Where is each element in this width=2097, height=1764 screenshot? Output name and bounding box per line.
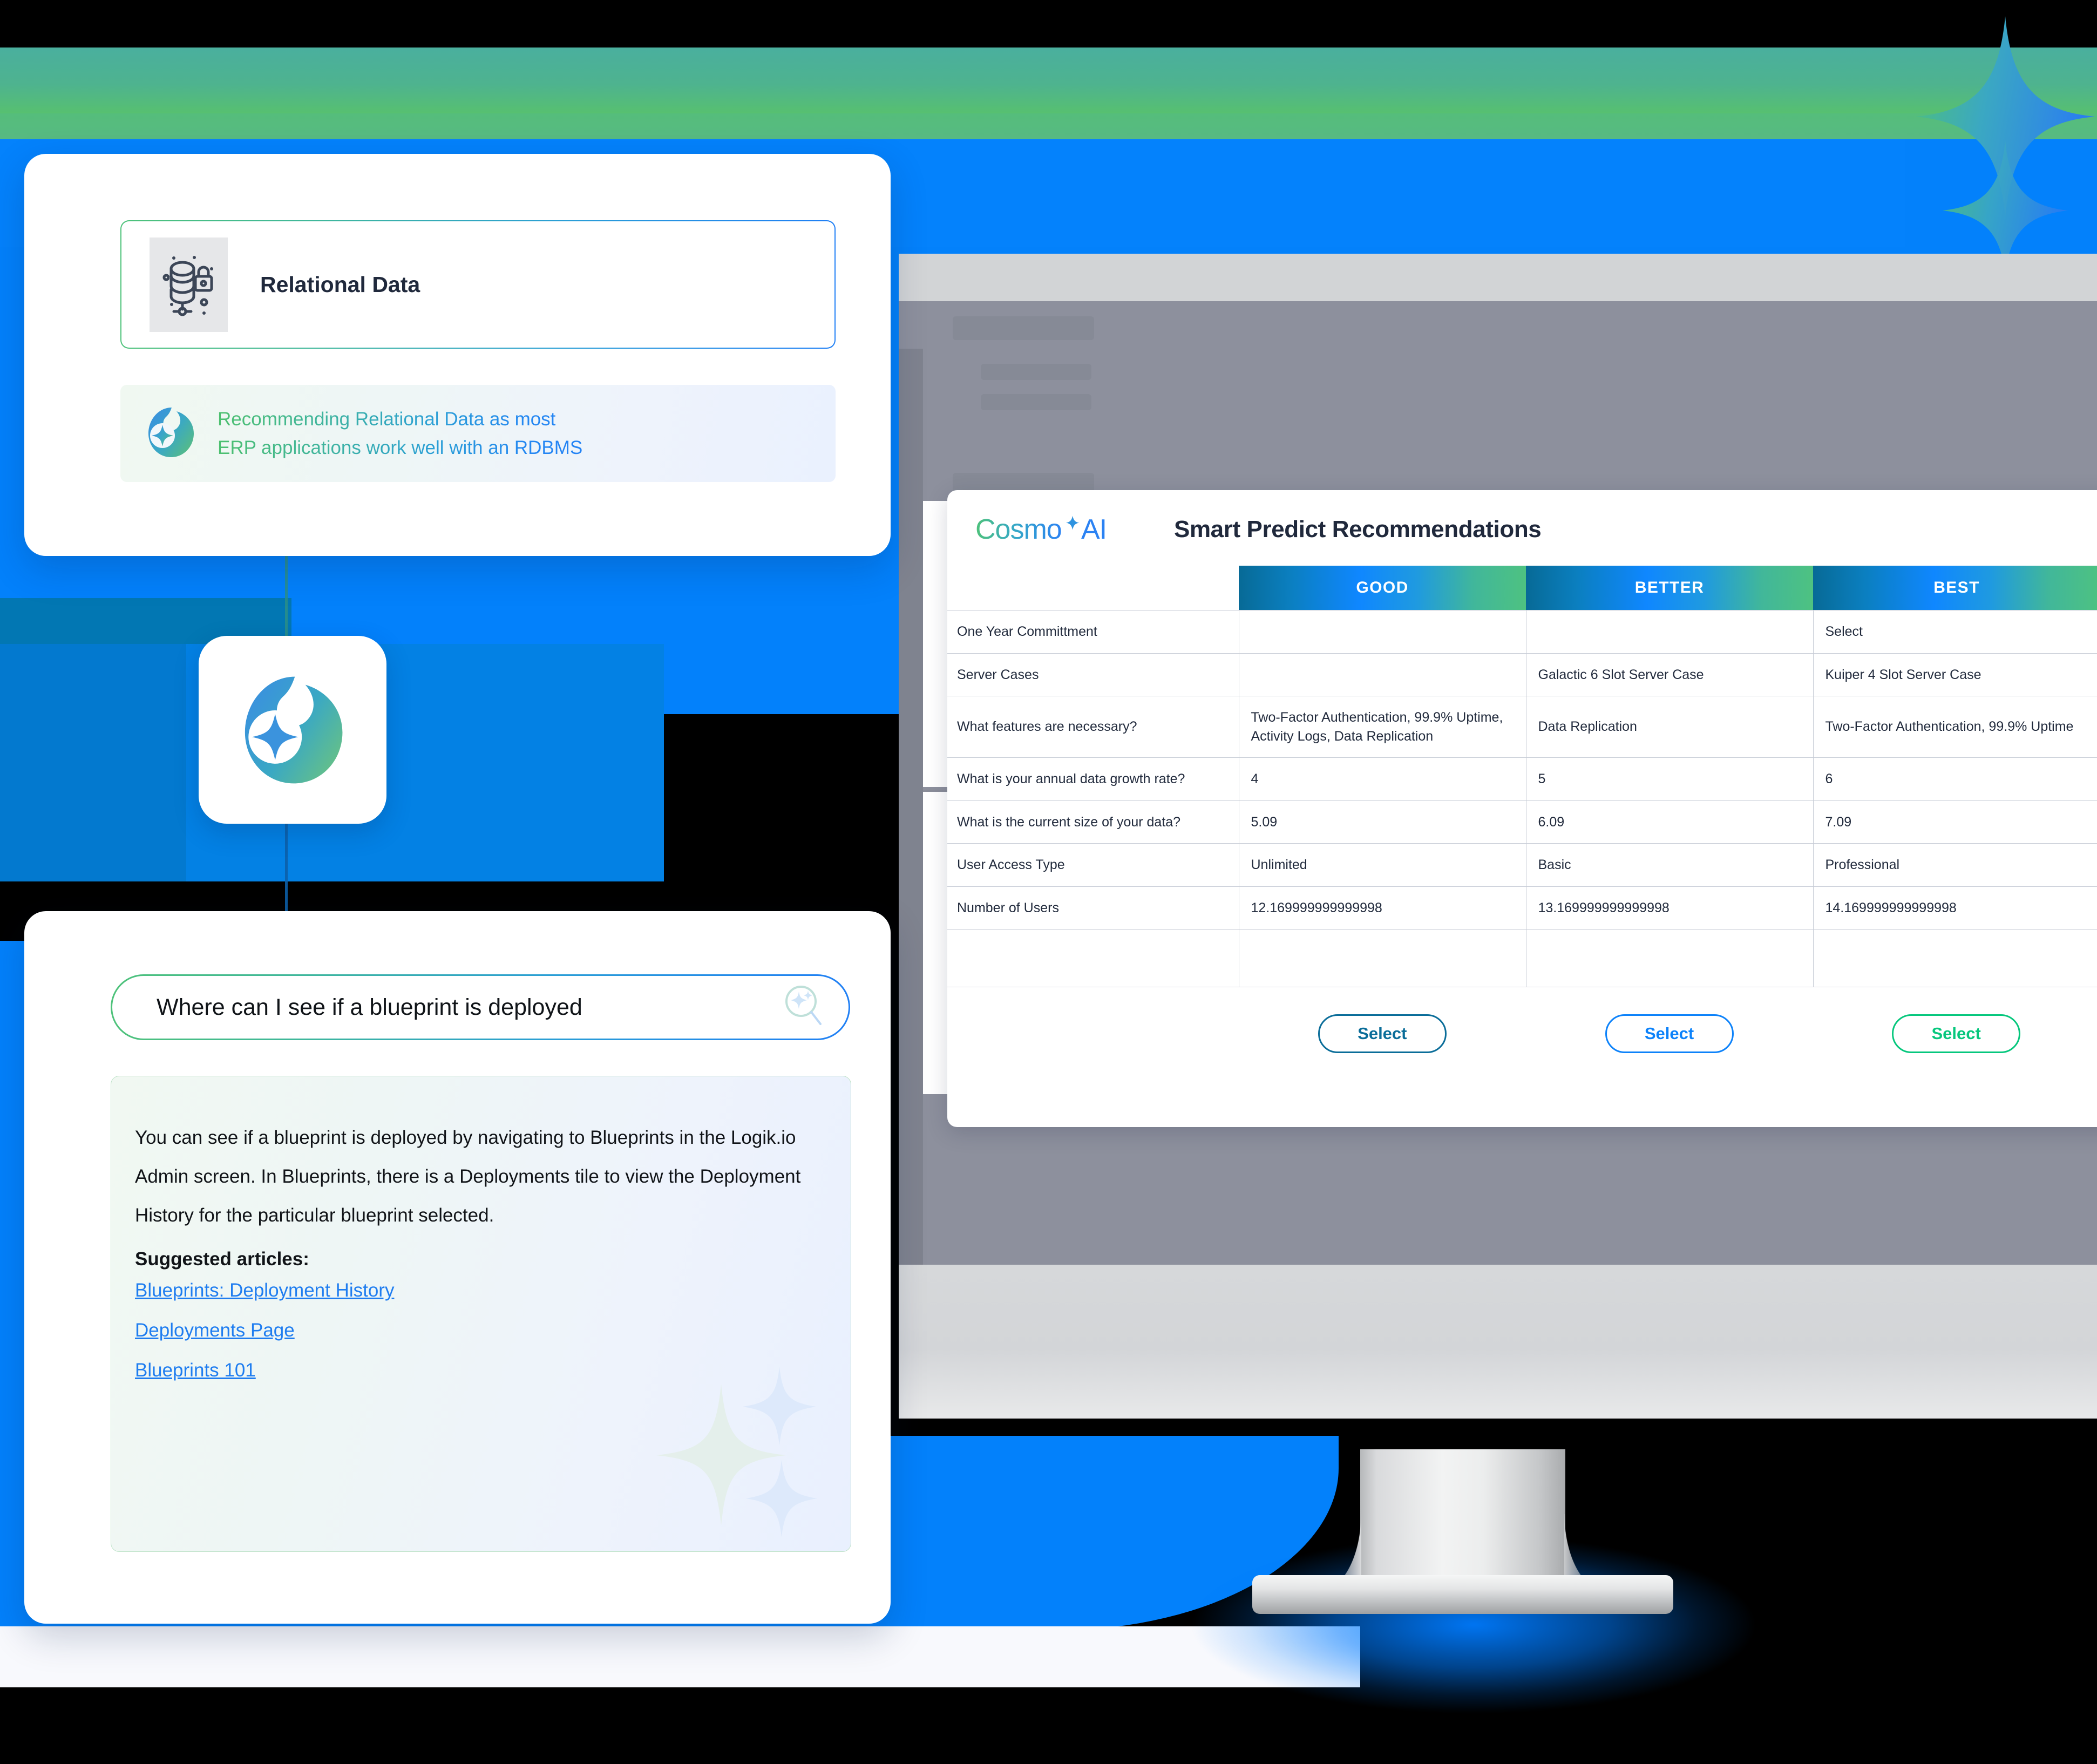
table-row: What is the current size of your data? 5… bbox=[947, 800, 2097, 844]
skeleton-bar bbox=[981, 394, 1091, 410]
table-row bbox=[947, 929, 2097, 987]
table-row: One Year Committment Select bbox=[947, 610, 2097, 654]
select-button-good[interactable]: Select bbox=[1318, 1014, 1447, 1053]
smart-predict-panel: Cosmo AI Smart Predict Recommendations G… bbox=[947, 490, 2097, 1127]
svg-text:AI: AI bbox=[1081, 514, 1107, 545]
search-input[interactable]: Where can I see if a blueprint is deploy… bbox=[157, 994, 582, 1021]
skeleton-bar bbox=[981, 364, 1091, 380]
connector-line-top bbox=[285, 551, 288, 637]
row-cell-good bbox=[1239, 929, 1526, 987]
background-blue-mid-dark bbox=[0, 644, 186, 881]
answer-panel: You can see if a blueprint is deployed b… bbox=[111, 1076, 851, 1552]
select-cell-best: Select bbox=[1813, 1014, 2097, 1053]
cosmo-ai-logo: Cosmo AI bbox=[975, 513, 1153, 546]
suggested-link[interactable]: Blueprints: Deployment History bbox=[135, 1280, 394, 1301]
recommendation-banner: Recommending Relational Data as most ERP… bbox=[120, 385, 836, 482]
background-top-bar bbox=[0, 0, 2097, 48]
column-header-best: BEST bbox=[1813, 566, 2097, 610]
table-body: One Year Committment Select Server Cases… bbox=[947, 610, 2097, 987]
column-header-better: BETTER bbox=[1526, 566, 1813, 610]
header-blank bbox=[947, 566, 1239, 610]
assistant-card: Where can I see if a blueprint is deploy… bbox=[24, 911, 891, 1624]
table-row: Number of Users 12.169999999999998 13.16… bbox=[947, 886, 2097, 930]
row-cell-better bbox=[1526, 610, 1814, 654]
screenshot-stage: Cosmo AI Smart Predict Recommendations G… bbox=[0, 0, 2097, 1764]
select-button-better[interactable]: Select bbox=[1605, 1014, 1734, 1053]
select-button-best[interactable]: Select bbox=[1892, 1014, 2021, 1053]
skeleton-bar bbox=[953, 316, 1094, 340]
sparkle-decoration-icon bbox=[1913, 5, 2097, 275]
row-label: What is your annual data growth rate? bbox=[947, 757, 1239, 801]
table-header-row: GOOD BETTER BEST bbox=[947, 566, 2097, 610]
suggested-link[interactable]: Blueprints 101 bbox=[135, 1360, 256, 1381]
search-field-wrapper[interactable]: Where can I see if a blueprint is deploy… bbox=[111, 974, 850, 1040]
sparkle-search-icon[interactable] bbox=[783, 984, 824, 1031]
row-cell-better: 13.169999999999998 bbox=[1526, 886, 1814, 930]
cosmo-app-tile[interactable] bbox=[199, 636, 386, 824]
select-cell-better: Select bbox=[1526, 1014, 1813, 1053]
row-cell-best: Two-Factor Authentication, 99.9% Uptime bbox=[1813, 696, 2097, 758]
table-row: What is your annual data growth rate? 4 … bbox=[947, 757, 2097, 801]
row-cell-good: 5.09 bbox=[1239, 800, 1526, 844]
row-cell-best bbox=[1813, 929, 2097, 987]
row-cell-better: 6.09 bbox=[1526, 800, 1814, 844]
table-row: What features are necessary? Two-Factor … bbox=[947, 696, 2097, 758]
row-cell-best: Select bbox=[1813, 610, 2097, 654]
suggested-articles-title: Suggested articles: bbox=[135, 1249, 309, 1270]
row-cell-good bbox=[1239, 610, 1526, 654]
column-header-good: GOOD bbox=[1239, 566, 1526, 610]
database-lock-icon bbox=[150, 237, 228, 332]
monitor-stand-neck bbox=[1360, 1449, 1565, 1592]
row-cell-good: 12.169999999999998 bbox=[1239, 886, 1526, 930]
row-cell-best: 7.09 bbox=[1813, 800, 2097, 844]
table-row: Server Cases Galactic 6 Slot Server Case… bbox=[947, 653, 2097, 696]
relational-data-card: Relational Data Recommending Relational … bbox=[24, 154, 891, 556]
suggested-link[interactable]: Deployments Page bbox=[135, 1320, 295, 1341]
svg-text:Cosmo: Cosmo bbox=[975, 514, 1062, 545]
select-cell-good: Select bbox=[1239, 1014, 1526, 1053]
row-cell-good bbox=[1239, 653, 1526, 696]
recommendation-line-2: ERP applications work well with an RDBMS bbox=[218, 437, 583, 458]
cosmo-logo-icon bbox=[245, 676, 343, 783]
row-cell-better: Data Replication bbox=[1526, 696, 1814, 758]
panel-title: Smart Predict Recommendations bbox=[1174, 516, 1542, 542]
row-cell-best: Kuiper 4 Slot Server Case bbox=[1813, 653, 2097, 696]
connector-line-bottom bbox=[285, 824, 288, 921]
monitor-chin bbox=[899, 1265, 2097, 1419]
answer-text: You can see if a blueprint is deployed b… bbox=[135, 1127, 801, 1226]
recommendation-text: Recommending Relational Data as most ERP… bbox=[218, 405, 582, 462]
row-cell-best: Professional bbox=[1813, 843, 2097, 887]
row-label bbox=[947, 929, 1239, 987]
row-label: One Year Committment bbox=[947, 610, 1239, 654]
cosmo-logo-icon bbox=[146, 405, 195, 462]
background-green-band-2 bbox=[0, 113, 2097, 139]
sparkle-decoration-icon bbox=[656, 1362, 834, 1541]
row-label: What is the current size of your data? bbox=[947, 800, 1239, 844]
row-cell-better bbox=[1526, 929, 1814, 987]
monitor-bezel-top bbox=[899, 254, 2097, 301]
row-cell-good: 4 bbox=[1239, 757, 1526, 801]
row-label: What features are necessary? bbox=[947, 696, 1239, 758]
row-cell-better: 5 bbox=[1526, 757, 1814, 801]
row-cell-good: Unlimited bbox=[1239, 843, 1526, 887]
row-cell-best: 6 bbox=[1813, 757, 2097, 801]
relational-data-label: Relational Data bbox=[260, 272, 420, 297]
recommendation-line-1: Recommending Relational Data as most bbox=[218, 408, 556, 430]
select-button-row: Select Select Select bbox=[947, 1014, 2097, 1053]
table-row: User Access Type Unlimited Basic Profess… bbox=[947, 843, 2097, 887]
row-cell-best: 14.169999999999998 bbox=[1813, 886, 2097, 930]
row-cell-better: Galactic 6 Slot Server Case bbox=[1526, 653, 1814, 696]
row-cell-better: Basic bbox=[1526, 843, 1814, 887]
row-cell-good: Two-Factor Authentication, 99.9% Uptime,… bbox=[1239, 696, 1526, 758]
comparison-table: GOOD BETTER BEST One Year Committment Se… bbox=[947, 566, 2097, 987]
suggested-articles-list: Blueprints: Deployment History Deploymen… bbox=[111, 1270, 851, 1381]
monitor-stand-base bbox=[1252, 1575, 1673, 1614]
relational-data-tile[interactable]: Relational Data bbox=[120, 220, 836, 349]
row-label: Server Cases bbox=[947, 653, 1239, 696]
monitor-screen-sidebar bbox=[899, 349, 923, 1312]
panel-header: Cosmo AI Smart Predict Recommendations bbox=[947, 490, 2097, 546]
row-label: Number of Users bbox=[947, 886, 1239, 930]
row-label: User Access Type bbox=[947, 843, 1239, 887]
